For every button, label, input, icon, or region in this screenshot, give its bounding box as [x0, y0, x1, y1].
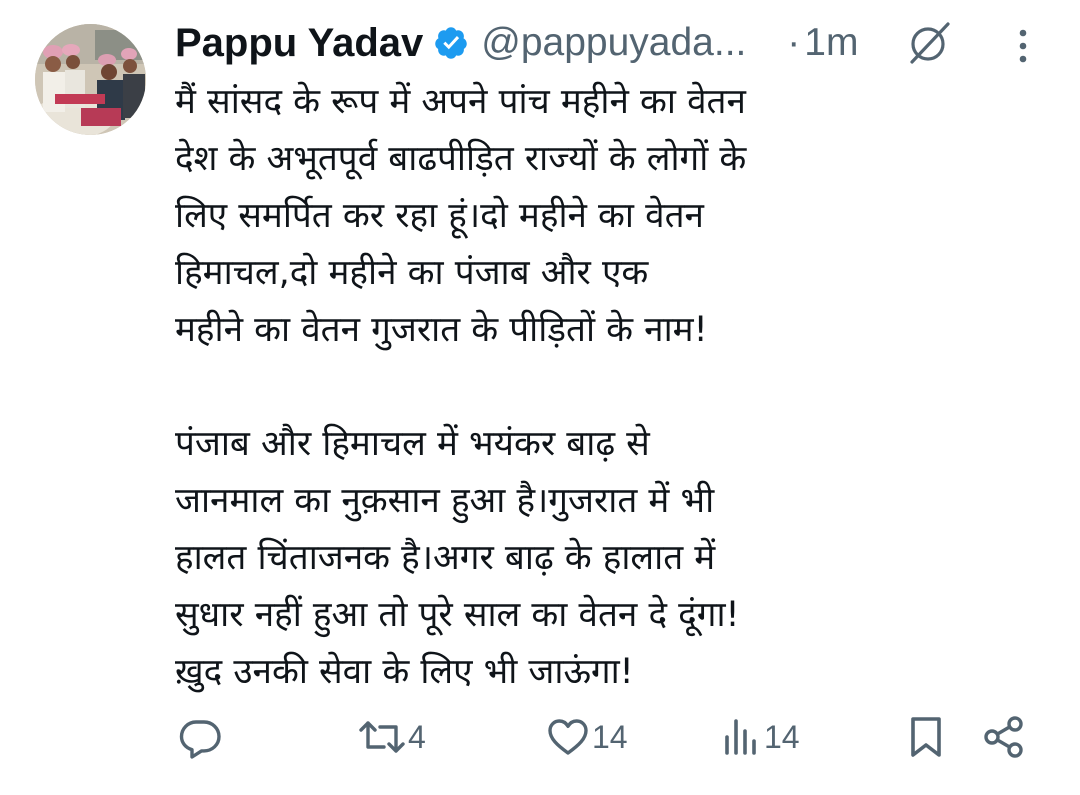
tweet-line: ख़ुद उनकी सेवा के लिए भी जाऊंगा! [175, 652, 634, 692]
tweet-line: सुधार नहीं हुआ तो पूरे साल का वेतन दे दू… [175, 595, 740, 635]
views-icon [725, 719, 756, 755]
reply-button[interactable] [178, 705, 222, 769]
display-name[interactable]: Pappu Yadav [175, 21, 423, 66]
tweet-line: मैं सांसद के रूप में अपने पांच महीने का … [175, 82, 746, 122]
views-count: 14 [764, 718, 800, 755]
bookmark-icon [911, 717, 941, 757]
avatar-photo [35, 24, 146, 135]
repost-icon [359, 721, 405, 753]
tweet-line: महीने का वेतन गुजरात के पीड़ितों के नाम! [175, 310, 708, 350]
heart-icon [548, 719, 588, 755]
tweet-header: Pappu Yadav @pappuyada... · 1m [175, 14, 858, 72]
tweet-line: लिए समर्पित कर रहा हूं।दो महीने का वेतन [175, 196, 704, 236]
tweet-line: जानमाल का नुक़सान हुआ है।गुजरात में भी [175, 481, 715, 521]
bookmark-button[interactable] [906, 705, 946, 769]
like-button[interactable]: 14 [546, 705, 628, 769]
grok-icon[interactable] [904, 18, 954, 68]
tweet-paragraph: मैं सांसद के रूप में अपने पांच महीने का … [175, 74, 1035, 359]
separator-dot: · [787, 21, 801, 64]
share-icon [984, 716, 1023, 758]
timestamp[interactable]: 1m [804, 21, 858, 65]
like-count: 14 [592, 718, 628, 755]
tweet: Pappu Yadav @pappuyada... · 1m मैं सांसद… [0, 0, 1080, 795]
tweet-line: हिमाचल,दो महीने का पंजाब और एक [175, 253, 649, 293]
repost-count: 4 [408, 718, 426, 755]
tweet-line: पंजाब और हिमाचल में भयंकर बाढ़ से [175, 424, 650, 464]
views-button[interactable]: 14 [722, 705, 800, 769]
repost-button[interactable]: 4 [358, 705, 426, 769]
tweet-paragraph: पंजाब और हिमाचल में भयंकर बाढ़ से जानमाल… [175, 416, 1035, 701]
reply-icon [179, 720, 221, 759]
avatar[interactable] [35, 24, 146, 135]
tweet-line: हालत चिंताजनक है।अगर बाढ़ के हालात में [175, 538, 716, 578]
verified-badge-icon[interactable] [433, 25, 469, 61]
action-bar: 4 14 14 [0, 705, 1080, 769]
user-handle[interactable]: @pappuyada... [481, 21, 763, 65]
tweet-text: मैं सांसद के रूप में अपने पांच महीने का … [175, 74, 1035, 701]
share-button[interactable] [982, 705, 1026, 769]
more-options-icon[interactable] [1005, 24, 1041, 68]
tweet-line: देश के अभूतपूर्व बाढपीड़ित राज्यों के लो… [175, 139, 747, 179]
